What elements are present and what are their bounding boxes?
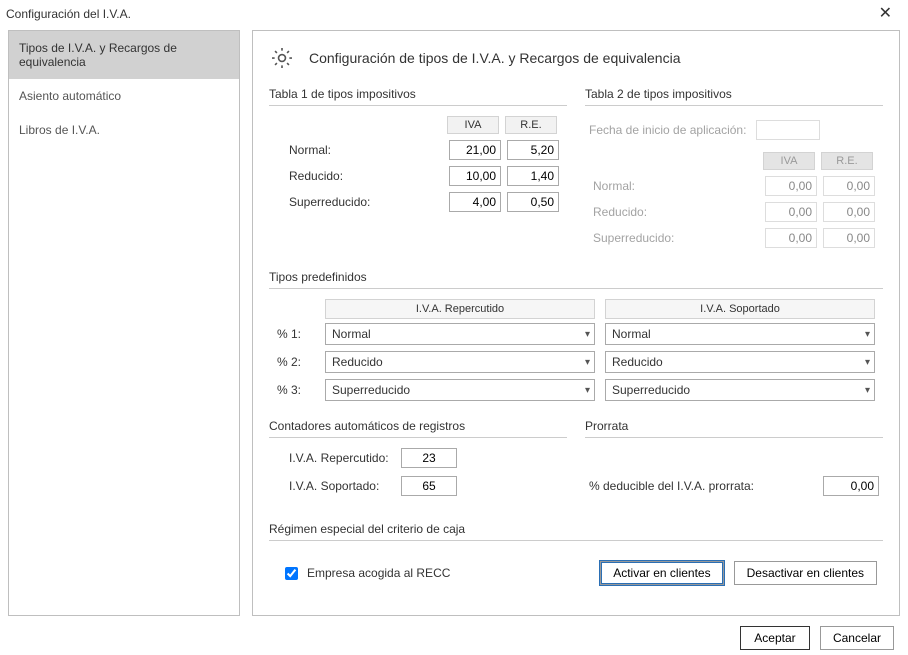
table2-normal-label: Normal: [593, 179, 759, 193]
table1-normal-label: Normal: [289, 143, 443, 157]
chevron-down-icon: ▾ [585, 357, 590, 368]
table2-normal-re[interactable] [823, 176, 875, 196]
prorrata-label: % deducible del I.V.A. prorrata: [589, 479, 807, 493]
table1-reducido-label: Reducido: [289, 169, 443, 183]
predef-r3-label: % 3: [277, 383, 325, 397]
table2-reducido-iva[interactable] [765, 202, 817, 222]
counter-soportado-label: I.V.A. Soportado: [289, 479, 395, 493]
table2-head-iva: IVA [763, 152, 815, 170]
chevron-down-icon: ▾ [585, 385, 590, 396]
predef-head-soportado: I.V.A. Soportado [605, 299, 875, 319]
predef-head-repercutido: I.V.A. Repercutido [325, 299, 595, 319]
chevron-down-icon: ▾ [865, 357, 870, 368]
sidebar-item-libros[interactable]: Libros de I.V.A. [9, 113, 239, 147]
cancel-button[interactable]: Cancelar [820, 626, 894, 650]
combo-value: Superreducido [332, 383, 410, 397]
combo-value: Normal [612, 327, 651, 341]
table2-reducido-label: Reducido: [593, 205, 759, 219]
predef-r1-label: % 1: [277, 327, 325, 341]
activar-clientes-button[interactable]: Activar en clientes [600, 561, 723, 585]
sidebar: Tipos de I.V.A. y Recargos de equivalenc… [8, 30, 240, 616]
sidebar-item-asiento[interactable]: Asiento automático [9, 79, 239, 113]
section-prorrata: Prorrata [585, 413, 883, 438]
recc-checkbox-wrap[interactable]: Empresa acogida al RECC [281, 564, 450, 583]
counter-repercutido-value[interactable] [401, 448, 457, 468]
chevron-down-icon: ▾ [585, 329, 590, 340]
combo-value: Reducido [332, 355, 383, 369]
gear-icon [269, 45, 295, 71]
ok-button[interactable]: Aceptar [740, 626, 810, 650]
table2-startdate-label: Fecha de inicio de aplicación: [589, 123, 746, 137]
combo-value: Reducido [612, 355, 663, 369]
table1-reducido-re[interactable] [507, 166, 559, 186]
section-table1: Tabla 1 de tipos impositivos [269, 81, 567, 106]
table1-superreducido-label: Superreducido: [289, 195, 443, 209]
window-title: Configuración del I.V.A. [6, 7, 131, 21]
table2-superreducido-label: Superreducido: [593, 231, 759, 245]
table1-normal-re[interactable] [507, 140, 559, 160]
main-panel: Configuración de tipos de I.V.A. y Recar… [252, 30, 900, 616]
predef-r2-soportado[interactable]: Reducido ▾ [605, 351, 875, 373]
combo-value: Normal [332, 327, 371, 341]
recc-checkbox[interactable] [285, 567, 298, 580]
combo-value: Superreducido [612, 383, 690, 397]
counter-repercutido-label: I.V.A. Repercutido: [289, 451, 395, 465]
table1-normal-iva[interactable] [449, 140, 501, 160]
page-title: Configuración de tipos de I.V.A. y Recar… [309, 50, 681, 66]
chevron-down-icon: ▾ [865, 385, 870, 396]
table1-head-re: R.E. [505, 116, 557, 134]
table2-superreducido-re[interactable] [823, 228, 875, 248]
table1-superreducido-iva[interactable] [449, 192, 501, 212]
table2-superreducido-iva[interactable] [765, 228, 817, 248]
section-predef: Tipos predefinidos [269, 264, 883, 289]
table2-startdate-input[interactable] [756, 120, 820, 140]
sidebar-item-tipos[interactable]: Tipos de I.V.A. y Recargos de equivalenc… [9, 31, 239, 79]
desactivar-clientes-button[interactable]: Desactivar en clientes [734, 561, 877, 585]
section-recc: Régimen especial del criterio de caja [269, 516, 883, 541]
chevron-down-icon: ▾ [865, 329, 870, 340]
recc-checkbox-label: Empresa acogida al RECC [307, 566, 450, 580]
predef-r2-repercutido[interactable]: Reducido ▾ [325, 351, 595, 373]
predef-r3-soportado[interactable]: Superreducido ▾ [605, 379, 875, 401]
predef-r1-repercutido[interactable]: Normal ▾ [325, 323, 595, 345]
table2-reducido-re[interactable] [823, 202, 875, 222]
close-icon[interactable]: ✕ [873, 4, 898, 24]
section-counters: Contadores automáticos de registros [269, 413, 567, 438]
predef-r1-soportado[interactable]: Normal ▾ [605, 323, 875, 345]
table1-head-iva: IVA [447, 116, 499, 134]
counter-soportado-value[interactable] [401, 476, 457, 496]
prorrata-value[interactable] [823, 476, 879, 496]
predef-r2-label: % 2: [277, 355, 325, 369]
table1-superreducido-re[interactable] [507, 192, 559, 212]
table2-normal-iva[interactable] [765, 176, 817, 196]
section-table2: Tabla 2 de tipos impositivos [585, 81, 883, 106]
predef-r3-repercutido[interactable]: Superreducido ▾ [325, 379, 595, 401]
table2-head-re: R.E. [821, 152, 873, 170]
table1-reducido-iva[interactable] [449, 166, 501, 186]
